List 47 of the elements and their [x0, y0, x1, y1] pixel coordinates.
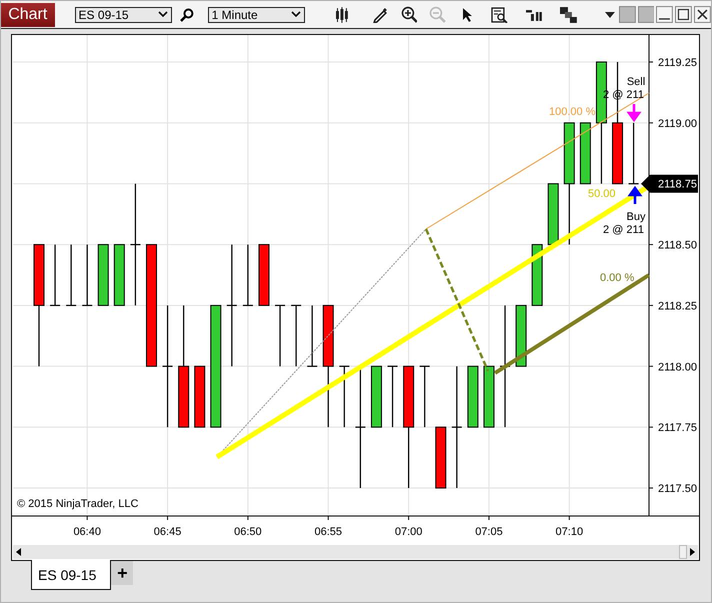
instrument-tab[interactable]: ES 09-15 [31, 560, 112, 590]
buy-arrow-icon [628, 186, 642, 206]
fib-level-label: 100.00 % [549, 106, 596, 118]
time-axis-label: 06:40 [73, 526, 101, 538]
candlestick-icon[interactable] [334, 6, 349, 22]
instrument-dropdown[interactable]: ES 09-15 [74, 6, 172, 22]
execution-label: Sell [626, 76, 646, 88]
pointer-icon[interactable] [462, 6, 474, 22]
time-axis-label: 07:00 [394, 526, 422, 538]
scrollbar-thumb[interactable] [679, 545, 687, 559]
scroll-left-arrow-icon[interactable] [16, 548, 21, 556]
execution-price-label: 2 @ 211 [603, 224, 644, 236]
horizontal-scrollbar[interactable] [13, 545, 698, 559]
price-axis-label: 2118.50 [658, 240, 697, 252]
last-price-marker: 2118.75 [641, 174, 698, 193]
scroll-right-arrow-icon[interactable] [690, 548, 695, 556]
price-axis-label: 2118.00 [658, 361, 697, 374]
caret-icon[interactable] [604, 12, 615, 18]
time-axis-label: 07:05 [475, 526, 503, 538]
interval-dropdown[interactable]: 1 Minute [208, 6, 305, 22]
caret-icon [158, 11, 168, 18]
chart-title-tab[interactable]: Chart [1, 2, 55, 26]
add-tab-button[interactable]: + [111, 561, 134, 585]
price-axis-label: 2117.75 [658, 422, 697, 434]
fib-level-label: 50.00 [588, 188, 616, 200]
close-icon[interactable] [694, 6, 712, 23]
maximize-icon[interactable] [675, 6, 692, 23]
time-axis-label: 06:55 [314, 526, 342, 538]
bars-icon[interactable] [526, 8, 542, 20]
time-axis-label: 06:50 [234, 526, 262, 538]
data-box-icon[interactable] [491, 6, 508, 22]
stacked-squares-icon[interactable] [560, 6, 577, 22]
copyright-text: © 2015 NinjaTrader, LLC [17, 498, 138, 510]
time-axis-label: 06:45 [154, 526, 182, 538]
sell-arrow-icon [628, 102, 640, 122]
minimize-icon[interactable] [656, 6, 674, 23]
price-axis-label: 2118.25 [658, 300, 697, 312]
pencil-icon[interactable] [372, 6, 388, 22]
zoom-in-icon[interactable] [400, 6, 418, 23]
price-axis-label: 2119.00 [658, 118, 697, 130]
time-axis-label: 07:10 [556, 526, 584, 538]
search-icon[interactable] [180, 8, 194, 22]
fib-level-label: 0.00 % [600, 272, 634, 284]
price-axis-label: 2117.50 [658, 483, 697, 496]
execution-label: Buy [626, 211, 646, 223]
caret-icon [290, 11, 301, 18]
price-axis-label: 2119.25 [658, 57, 697, 69]
